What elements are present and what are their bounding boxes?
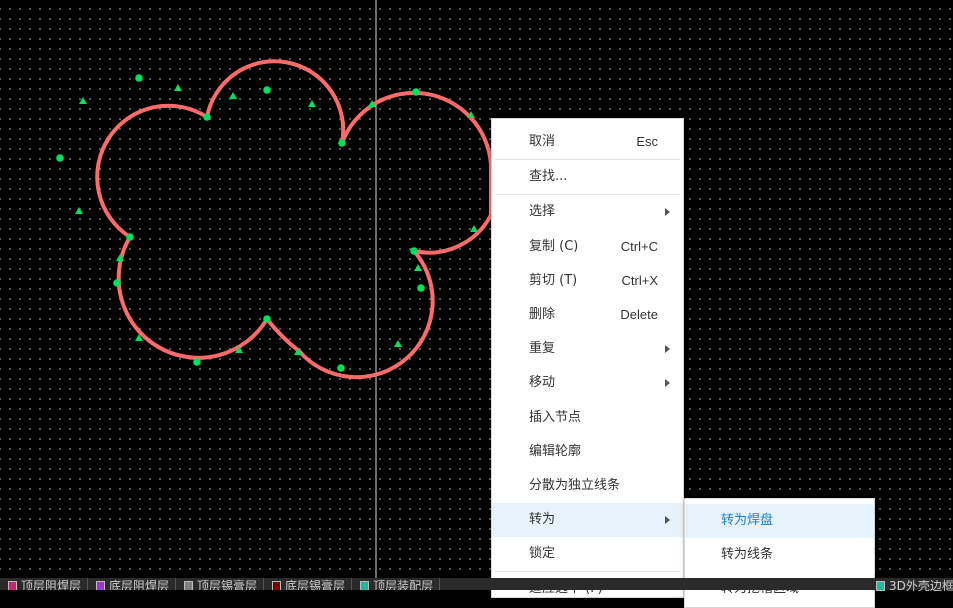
layer-label: 顶层装配层 [373, 579, 434, 590]
outline-nodes [56, 74, 478, 372]
menu-item-label: 查找... [529, 169, 568, 185]
layer-label: 底层阻焊层 [109, 579, 170, 590]
layer-label: 底层锡膏层 [285, 579, 346, 590]
layer-color-swatch [8, 581, 17, 590]
menu-item-copy[interactable]: 复制 (C) Ctrl+C [492, 230, 683, 264]
pcb-canvas[interactable] [0, 0, 953, 578]
outline-node[interactable] [412, 88, 420, 96]
layer-color-swatch [184, 581, 194, 590]
outline-midpoint-handle[interactable] [470, 225, 478, 232]
outline-node[interactable] [193, 358, 201, 366]
menu-item-insert-node[interactable]: 插入节点 [492, 401, 683, 435]
outline-midpoint-handle[interactable] [308, 100, 316, 107]
menu-item-label: 编辑轮廓 [529, 443, 582, 459]
layer-label: 顶层阻焊层 [21, 579, 82, 590]
shortcut-label: Ctrl+X [621, 272, 658, 288]
menu-item-label: 复制 (C) [529, 238, 579, 254]
convert-submenu: 转为焊盘 转为线条 转为挖槽区域 [684, 498, 875, 608]
menu-item-label: 删除 [529, 306, 556, 322]
menu-item-label: 重复 [529, 341, 556, 357]
outline-node[interactable] [417, 284, 425, 292]
layer-color-swatch [876, 581, 885, 591]
context-menu: 取消 Esc 查找... 选择 复制 (C) Ctrl+C 剪切 (T) Ctrl+X… [491, 118, 684, 598]
layer-tab-bottom-paste[interactable]: 底层锡膏层 [264, 578, 353, 590]
outline-midpoint-handle[interactable] [79, 97, 87, 104]
chevron-right-icon [665, 345, 670, 354]
outline-node[interactable] [126, 233, 134, 241]
menu-item-repeat[interactable]: 重复 [492, 332, 683, 366]
menu-item-delete[interactable]: 删除 Delete [492, 298, 683, 332]
layer-tab-top-assembly[interactable]: 顶层装配层 [352, 578, 441, 590]
menu-item-move[interactable]: 移动 [492, 366, 683, 400]
layer-tab-3d-shell-outline[interactable]: 3D外壳边框 [876, 578, 953, 593]
chevron-right-icon [665, 379, 670, 388]
menu-item-label: 锁定 [529, 546, 556, 562]
shortcut-label: Delete [620, 306, 658, 322]
layer-color-swatch [96, 581, 106, 590]
layer-bar: 顶层阻焊层 底层阻焊层 顶层锡膏层 底层锡膏层 顶层装配层 [0, 578, 953, 590]
submenu-item-convert-to-line[interactable]: 转为线条 [685, 538, 874, 572]
menu-item-label: 转为 [529, 512, 556, 528]
layer-color-swatch [272, 581, 282, 590]
menu-item-find[interactable]: 查找... [492, 160, 683, 194]
outline-node[interactable] [56, 154, 64, 162]
menu-item-label: 取消 [529, 134, 556, 149]
menu-item-convert-to[interactable]: 转为 [492, 503, 683, 538]
shortcut-label: Esc [636, 134, 658, 149]
board-outline[interactable] [95, 59, 493, 380]
outline-node[interactable] [338, 139, 346, 147]
menu-item-explode-lines[interactable]: 分散为独立线条 [492, 469, 683, 503]
menu-item-select[interactable]: 选择 [492, 195, 683, 229]
menu-item-lock[interactable]: 锁定 [492, 537, 683, 571]
outline-midpoint-handle[interactable] [75, 207, 83, 214]
menu-item-cancel[interactable]: 取消 Esc [492, 125, 683, 159]
chevron-right-icon [665, 208, 670, 217]
menu-item-cut[interactable]: 剪切 (T) Ctrl+X [492, 264, 683, 298]
outline-node[interactable] [263, 315, 271, 323]
outline-node[interactable] [113, 279, 121, 287]
outline-node[interactable] [263, 86, 271, 94]
outline-node[interactable] [135, 74, 143, 82]
layer-label: 3D外壳边框 [889, 579, 953, 593]
menu-item-label: 分散为独立线条 [529, 477, 621, 493]
menu-item-label: 剪切 (T) [529, 272, 578, 288]
menu-item-label: 插入节点 [529, 409, 582, 425]
menu-item-label: 移动 [529, 375, 556, 391]
outline-midpoint-handle[interactable] [394, 340, 402, 347]
outline-midpoint-handle[interactable] [174, 84, 182, 91]
layer-color-swatch [360, 581, 370, 590]
chevron-right-icon [665, 516, 670, 525]
outline-node[interactable] [410, 247, 418, 255]
menu-item-edit-outline[interactable]: 编辑轮廓 [492, 435, 683, 469]
outline-node[interactable] [337, 364, 345, 372]
layer-tab-top-paste[interactable]: 顶层锡膏层 [176, 578, 265, 590]
shortcut-label: Ctrl+C [620, 238, 658, 254]
layer-tab-top-solder-mask[interactable]: 顶层阻焊层 [0, 578, 89, 590]
outline-midpoint-handle[interactable] [414, 264, 422, 271]
board-drawing[interactable] [0, 0, 953, 578]
submenu-item-convert-to-pad[interactable]: 转为焊盘 [685, 504, 874, 538]
menu-item-label: 选择 [529, 204, 556, 220]
outline-midpoint-handle[interactable] [229, 92, 237, 99]
layer-label: 顶层锡膏层 [197, 579, 258, 590]
layer-tab-bottom-solder-mask[interactable]: 底层阻焊层 [88, 578, 177, 590]
outline-node[interactable] [203, 113, 211, 121]
